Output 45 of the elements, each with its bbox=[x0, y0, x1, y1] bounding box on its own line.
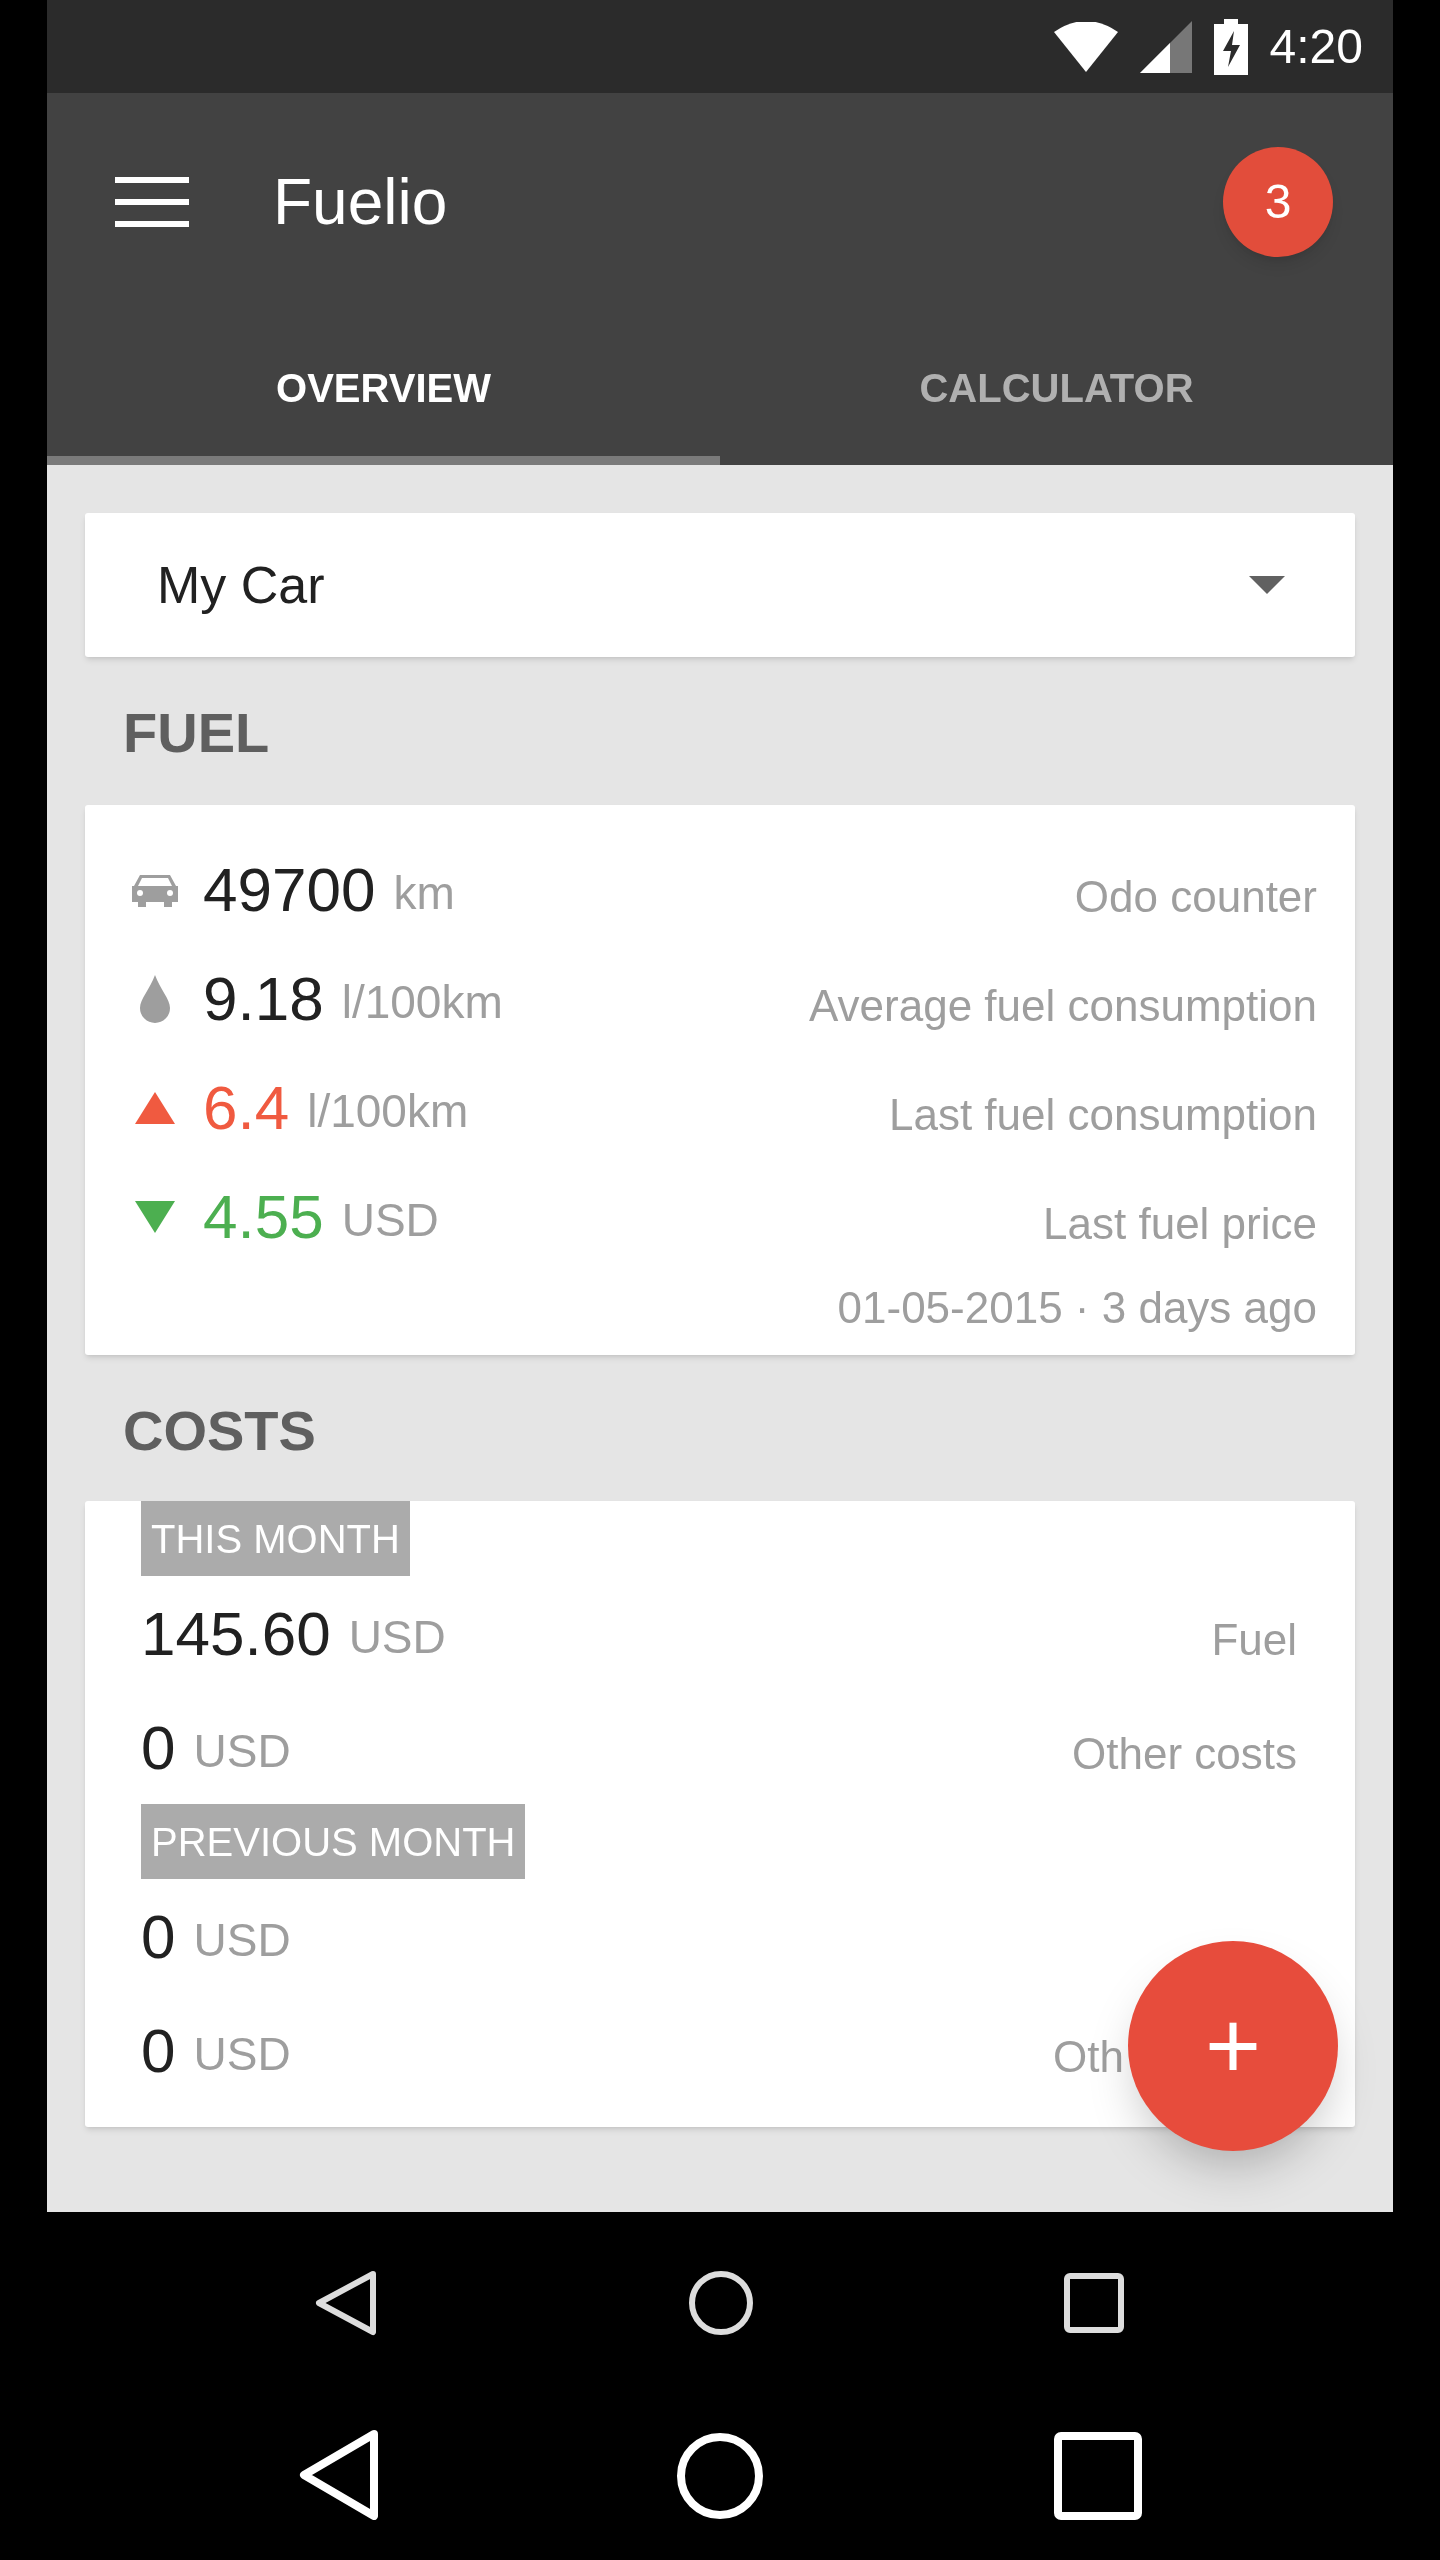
notification-badge[interactable]: 3 bbox=[1223, 146, 1333, 257]
unit-label: USD bbox=[193, 1912, 291, 1968]
status-time: 4:20 bbox=[1269, 22, 1363, 71]
unit-label: USD bbox=[193, 1723, 291, 1779]
app-title: Fuelio bbox=[273, 164, 448, 240]
fuel-value: 9.18 bbox=[203, 963, 324, 1035]
row-label: Last fuel consumption bbox=[888, 1088, 1317, 1141]
menu-icon[interactable] bbox=[115, 176, 189, 227]
tab[interactable]: CALCULATOR bbox=[720, 310, 1393, 465]
cost-value: 145.60 bbox=[141, 1597, 331, 1670]
date-text: 01-05-2015 · 3 days ago bbox=[837, 1282, 1317, 1334]
fuel-value: 6.4 bbox=[203, 1072, 290, 1144]
unit-label: USD bbox=[193, 2026, 291, 2082]
row-label: Last fuel price bbox=[1043, 1197, 1317, 1250]
tab[interactable]: OVERVIEW bbox=[47, 310, 720, 465]
vehicle-dropdown[interactable]: My Car bbox=[85, 513, 1355, 657]
signal-icon bbox=[1139, 20, 1192, 73]
up-triangle-icon bbox=[135, 1091, 175, 1124]
fuel-value: 4.55 bbox=[203, 1181, 324, 1253]
unit-label: USD bbox=[341, 1193, 439, 1248]
unit-label: l/100km bbox=[307, 1084, 469, 1139]
unit-label: USD bbox=[348, 1609, 446, 1665]
dropdown-caret-icon bbox=[1249, 576, 1285, 594]
row-label: Odo counter bbox=[1074, 870, 1317, 923]
period-label: THIS MONTH bbox=[141, 1501, 410, 1576]
row-label: Fuel bbox=[1211, 1614, 1297, 1666]
drop-icon bbox=[138, 974, 172, 1023]
battery-charging-icon bbox=[1213, 18, 1248, 75]
row-label: Average fuel consumption bbox=[809, 979, 1317, 1032]
down-triangle-icon bbox=[135, 1200, 175, 1233]
cost-value: 0 bbox=[141, 2014, 176, 2087]
recents-icon[interactable] bbox=[1063, 2272, 1125, 2334]
section-heading: COSTS bbox=[123, 1403, 317, 1459]
back-icon[interactable] bbox=[315, 2270, 377, 2336]
section-heading: FUEL bbox=[123, 705, 271, 761]
cost-value: 0 bbox=[141, 1711, 176, 1784]
period-label: PREVIOUS MONTH bbox=[141, 1804, 526, 1879]
home-icon[interactable] bbox=[688, 2270, 754, 2336]
row-label: Oth bbox=[1053, 2031, 1124, 2083]
fuel-value: 49700 bbox=[203, 854, 376, 926]
cost-value: 0 bbox=[141, 1900, 176, 1973]
unit-label: l/100km bbox=[341, 975, 503, 1030]
wifi-icon bbox=[1053, 21, 1118, 72]
unit-label: km bbox=[393, 866, 455, 921]
row-label: Other costs bbox=[1072, 1728, 1297, 1780]
